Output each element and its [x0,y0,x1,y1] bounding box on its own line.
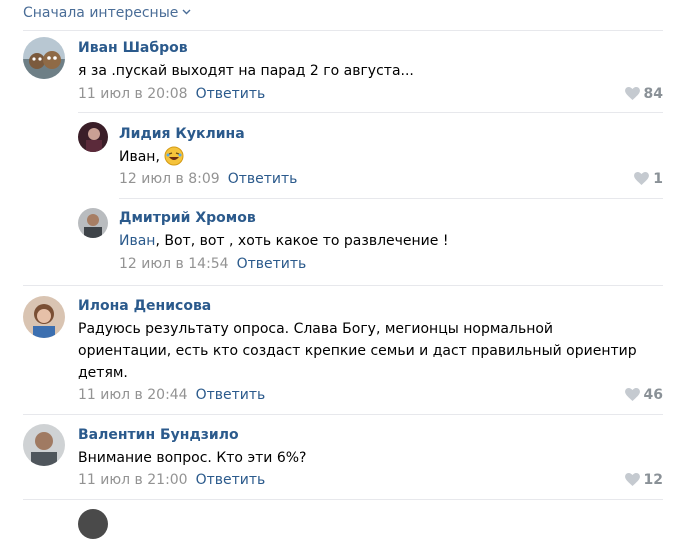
like-count: 84 [643,86,663,102]
like-button[interactable]: 12 [624,472,663,488]
divider [23,30,663,31]
comment-meta: 11 июл в 21:00 Ответить [78,472,265,488]
comment-author[interactable]: Дмитрий Хромов [119,210,256,226]
like-count: 12 [643,472,663,488]
comment-meta: 11 июл в 20:44 Ответить [78,387,265,403]
chevron-down-icon [182,3,191,19]
like-button[interactable]: 1 [634,171,663,187]
divider [119,198,663,199]
sort-dropdown[interactable]: Сначала интересные [23,3,191,21]
heart-icon [624,472,644,488]
comment-author[interactable]: Валентин Бундзило [78,427,239,443]
reply-link[interactable]: Ответить [196,387,266,403]
avatar[interactable] [23,296,65,338]
comment-date[interactable]: 11 июл в 21:00 [78,472,188,488]
comment-text: Иван, [119,146,184,173]
avatar[interactable] [23,37,65,79]
comment-date[interactable]: 11 июл в 20:44 [78,387,188,403]
like-button[interactable]: 84 [624,86,663,102]
divider [78,112,663,113]
comment-author[interactable]: Лидия Куклина [119,126,245,142]
sort-label: Сначала интересные [23,5,179,21]
comment-text: я за .пускай выходят на парад 2 го авгус… [78,63,414,79]
comment-text: Радуюсь результату опроса. Слава Богу, м… [78,321,637,381]
divider [23,414,663,415]
comment-author[interactable]: Илона Денисова [78,298,211,314]
comment-meta: 11 июл в 20:08 Ответить [78,86,265,102]
mention-link[interactable]: Иван [119,233,155,249]
comment-date[interactable]: 12 июл в 8:09 [119,171,220,187]
reply-link[interactable]: Ответить [196,86,266,102]
like-count: 1 [653,171,663,187]
comment-meta: 12 июл в 8:09 Ответить [119,171,297,187]
reply-link[interactable]: Ответить [196,472,266,488]
divider [23,285,663,286]
comment-author[interactable]: Иван Шабров [78,40,188,56]
comment-meta: 12 июл в 14:54 Ответить [119,256,306,272]
like-count: 46 [643,387,663,403]
heart-icon [624,387,644,403]
like-button[interactable]: 46 [624,387,663,403]
comment-date[interactable]: 11 июл в 20:08 [78,86,188,102]
comment-text: Внимание вопрос. Кто эти 6%? [78,450,307,466]
reply-link[interactable]: Ответить [228,171,298,187]
heart-icon [634,171,653,187]
avatar[interactable] [23,424,65,466]
avatar[interactable] [78,122,108,152]
avatar[interactable] [78,208,108,238]
laughing-emoji-icon [164,146,184,173]
comment-text: Иван, Вот, вот , хоть какое то развлечен… [119,233,449,249]
heart-icon [624,86,644,102]
reply-link[interactable]: Ответить [237,256,307,272]
comment-date[interactable]: 12 июл в 14:54 [119,256,229,272]
divider [23,499,663,500]
